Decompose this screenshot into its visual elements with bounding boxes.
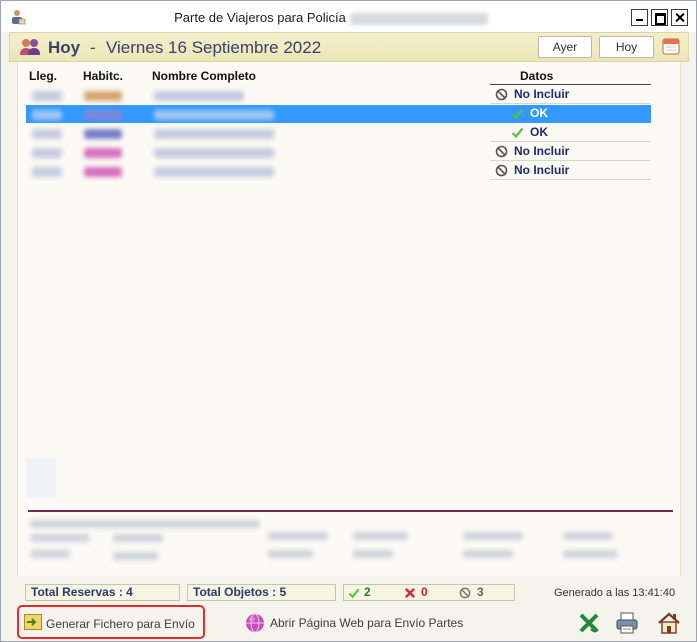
export-file-icon — [24, 614, 42, 630]
excel-icon[interactable] — [577, 611, 601, 635]
window-title: Parte de Viajeros para Policía — [1, 10, 661, 25]
datos-cell[interactable]: OK — [490, 124, 651, 142]
blurred-summary — [563, 532, 613, 540]
error-count: 0 — [421, 585, 428, 599]
current-date: Viernes 16 Septiembre 2022 — [106, 38, 322, 57]
blurred-summary — [353, 532, 408, 540]
blurred-summary — [268, 532, 328, 540]
date-header: Hoy - Viernes 16 Septiembre 2022 Ayer Ho… — [9, 32, 689, 62]
datos-label: No Incluir — [514, 87, 570, 101]
datos-label: OK — [530, 106, 548, 120]
total-objetos: Total Objetos : 5 — [187, 584, 336, 601]
table-row[interactable] — [26, 87, 490, 105]
title-bar: Parte de Viajeros para Policía — [1, 1, 696, 32]
blurred-summary — [353, 550, 393, 558]
blurred-summary — [268, 550, 313, 558]
no-include-icon — [495, 145, 508, 158]
home-icon[interactable] — [657, 611, 681, 635]
blurred-summary — [563, 550, 618, 558]
today-button[interactable]: Hoy — [599, 36, 654, 58]
no-include-icon — [459, 587, 471, 599]
globe-icon — [246, 613, 264, 633]
table-row[interactable] — [26, 125, 490, 143]
excluded-count: 3 — [477, 585, 484, 599]
error-icon — [404, 587, 416, 599]
calendar-icon[interactable] — [662, 37, 680, 55]
table-row[interactable] — [26, 106, 490, 124]
total-reservas: Total Reservas : 4 — [25, 584, 180, 601]
check-icon — [511, 108, 524, 120]
generate-file-button[interactable]: Generar Fichero para Envío — [17, 605, 205, 639]
page-title: Hoy — [48, 38, 81, 57]
generated-timestamp: Generado a las 13:41:40 — [554, 587, 676, 599]
column-header-lleg[interactable]: Lleg. — [29, 69, 57, 83]
datos-label: OK — [530, 125, 548, 139]
blurred-summary — [113, 552, 158, 560]
generate-file-label: Generar Fichero para Envío — [46, 617, 195, 631]
title-separator: - — [90, 38, 96, 57]
printer-icon[interactable] — [615, 611, 639, 635]
blurred-summary — [30, 550, 70, 558]
column-header-habitc[interactable]: Habitc. — [83, 69, 123, 83]
check-icon — [348, 588, 360, 599]
section-divider — [28, 510, 673, 512]
datos-label: No Incluir — [514, 144, 570, 158]
datos-cell[interactable]: No Incluir — [490, 143, 651, 161]
datos-label: No Incluir — [514, 163, 570, 177]
status-counts: 2 0 3 — [343, 584, 515, 601]
maximize-button[interactable] — [651, 9, 668, 26]
open-web-label: Abrir Página Web para Envío Partes — [270, 616, 464, 630]
datos-cell[interactable]: No Incluir — [490, 162, 651, 180]
check-icon — [511, 127, 524, 139]
close-button[interactable] — [671, 9, 688, 26]
blurred-summary — [30, 534, 90, 542]
header-divider — [490, 84, 651, 85]
people-icon — [20, 39, 40, 55]
blurred-summary — [463, 550, 513, 558]
datos-cell[interactable]: No Incluir — [490, 86, 651, 104]
column-header-datos[interactable]: Datos — [520, 69, 553, 83]
yesterday-button[interactable]: Ayer — [538, 36, 592, 58]
empty-area — [26, 458, 56, 498]
minimize-button[interactable] — [631, 9, 648, 26]
blurred-summary — [463, 532, 523, 540]
ok-count: 2 — [364, 585, 371, 599]
table-row[interactable] — [26, 163, 490, 181]
column-header-nombre[interactable]: Nombre Completo — [152, 69, 256, 83]
no-include-icon — [495, 164, 508, 177]
app-window: Parte de Viajeros para Policía Hoy - Vie… — [0, 0, 697, 642]
datos-cell-selected[interactable]: OK — [490, 105, 651, 123]
blurred-summary — [30, 520, 260, 528]
blurred-summary — [113, 534, 163, 542]
travelers-panel: Lleg. Habitc. Nombre Completo Datos No I… — [17, 62, 681, 576]
no-include-icon — [495, 88, 508, 101]
table-row[interactable] — [26, 144, 490, 162]
